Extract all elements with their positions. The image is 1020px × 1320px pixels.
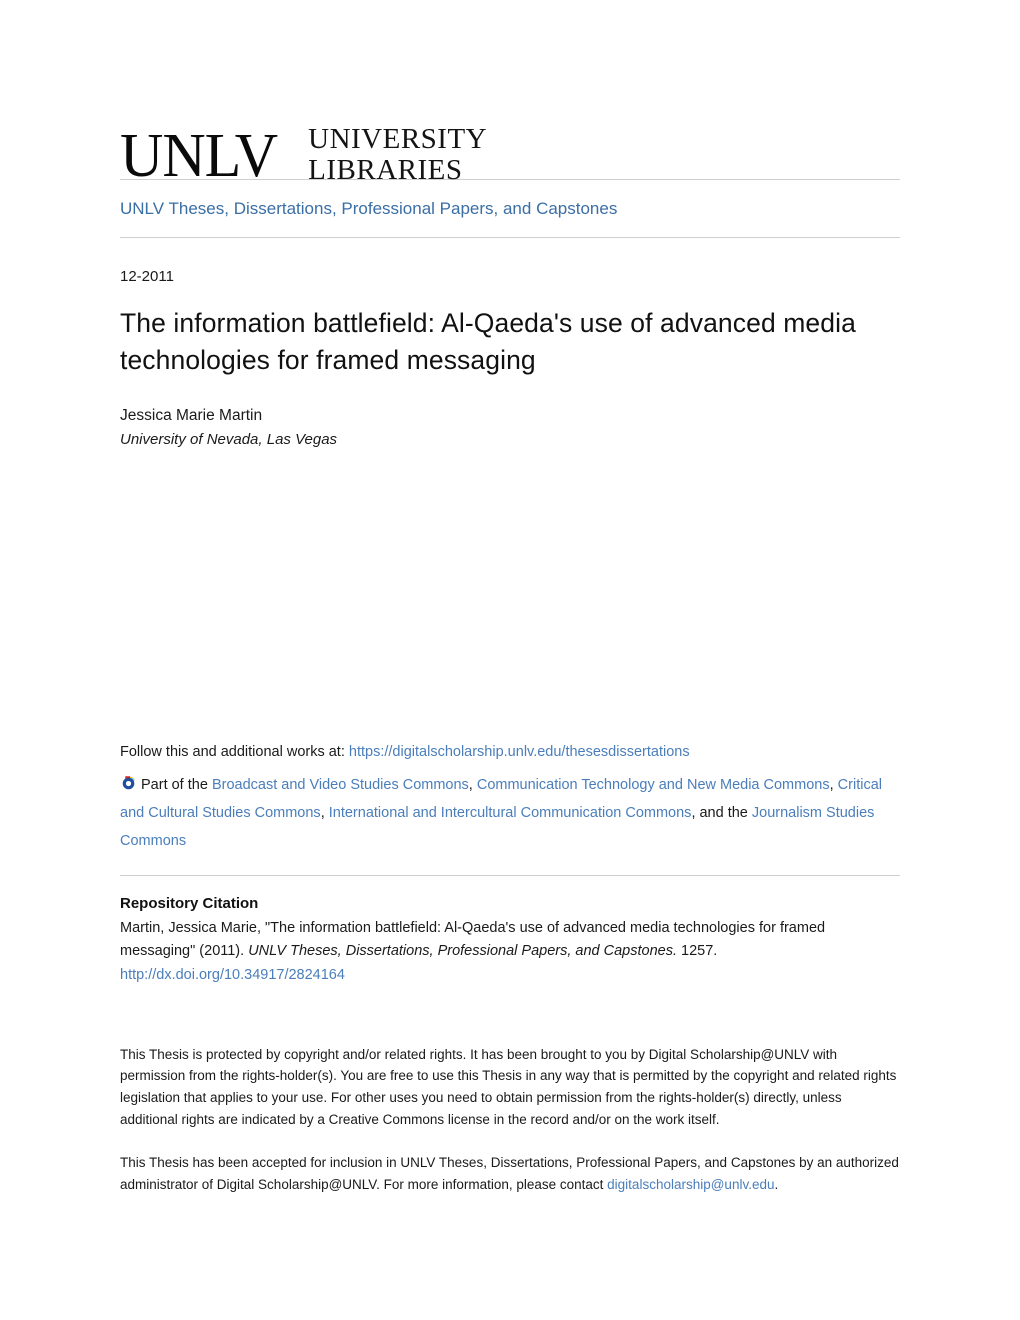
- copyright-paragraph: This Thesis is protected by copyright an…: [120, 1046, 897, 1128]
- contact-email-link[interactable]: digitalscholarship@unlv.edu: [607, 1177, 774, 1192]
- publication-date: 12-2011: [120, 267, 174, 285]
- citation-text-tail: 1257.: [676, 943, 718, 960]
- subject-sep-2: ,: [829, 777, 838, 794]
- author-block: Jessica Marie Martin University of Nevad…: [120, 405, 900, 450]
- cover-page: UNLV UNIVERSITY LIBRARIES UNLV Theses, D…: [0, 0, 1020, 1320]
- unlv-libraries-logo: UNLV UNIVERSITY LIBRARIES: [120, 0, 900, 186]
- part-of-label: Part of the: [141, 777, 208, 794]
- subject-link-international-intercultural-communication[interactable]: International and Intercultural Communic…: [329, 805, 692, 821]
- subject-commons-list: Part of the Broadcast and Video Studies …: [120, 772, 900, 855]
- citation-doi-link[interactable]: http://dx.doi.org/10.34917/2824164: [120, 967, 345, 983]
- unlv-wordmark: UNLV: [120, 120, 278, 190]
- collection-url-link[interactable]: https://digitalscholarship.unlv.edu/thes…: [349, 744, 690, 760]
- author-affiliation: University of Nevada, Las Vegas: [120, 430, 338, 448]
- subject-link-broadcast-video-studies[interactable]: Broadcast and Video Studies Commons: [212, 777, 469, 793]
- subject-sep-and: , and the: [691, 804, 748, 821]
- subject-sep-1: ,: [468, 777, 477, 794]
- citation-series-title: UNLV Theses, Dissertations, Professional…: [248, 943, 677, 960]
- subject-link-communication-technology-new-media[interactable]: Communication Technology and New Media C…: [477, 777, 830, 793]
- subject-sep-3: ,: [320, 804, 329, 821]
- follow-line: Follow this and additional works at: htt…: [120, 742, 900, 763]
- logo-line-university: UNIVERSITY: [308, 122, 488, 155]
- acceptance-text-lead: This Thesis has been accepted for inclus…: [120, 1154, 899, 1192]
- libraries-wordmark: UNIVERSITY LIBRARIES: [308, 122, 488, 187]
- repository-citation-heading: Repository Citation: [120, 895, 259, 912]
- page-title: The information battlefield: Al-Qaeda's …: [120, 307, 856, 376]
- logo-line-libraries: LIBRARIES: [308, 154, 463, 186]
- breadcrumb-rule-bottom: [120, 236, 900, 238]
- follow-prefix-label: Follow this and additional works at:: [120, 744, 345, 760]
- acceptance-text-tail: .: [774, 1176, 779, 1192]
- digital-commons-network-icon: [120, 775, 137, 792]
- acceptance-paragraph: This Thesis has been accepted for inclus…: [120, 1152, 902, 1196]
- follow-and-subjects: Follow this and additional works at: htt…: [120, 742, 900, 856]
- citation-rule-top: [120, 875, 900, 876]
- repository-citation-section: Repository Citation Martin, Jessica Mari…: [120, 875, 900, 987]
- rights-statements: This Thesis is protected by copyright an…: [120, 1030, 902, 1209]
- repository-citation-body: Martin, Jessica Marie, "The information …: [120, 917, 900, 987]
- author-name: Jessica Marie Martin: [120, 407, 263, 425]
